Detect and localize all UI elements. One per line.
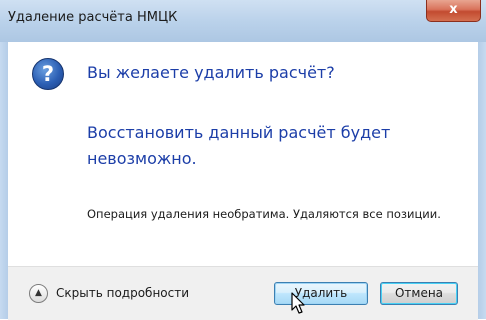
mouse-pointer-icon [291, 292, 305, 314]
hide-details-toggle[interactable]: Скрыть подробности [56, 286, 189, 300]
window-frame-right [478, 42, 486, 319]
details-text: Операция удаления необратима. Удаляются … [87, 207, 441, 221]
dialog-footer: ▲ Скрыть подробности Удалить Отмена [8, 266, 478, 320]
chevron-up-icon[interactable]: ▲ [29, 284, 48, 303]
title-bar[interactable]: Удаление расчёта НМЦК x [0, 0, 486, 43]
window-frame-left [0, 42, 8, 319]
main-instruction: Вы желаете удалить расчёт? [87, 63, 335, 82]
cancel-button[interactable]: Отмена [380, 282, 458, 305]
question-icon: ? [32, 58, 64, 90]
dialog-content: ? Вы желаете удалить расчёт? Восстановит… [8, 42, 478, 266]
dialog-window: Удаление расчёта НМЦК x ? Вы желаете уда… [0, 0, 486, 320]
window-title: Удаление расчёта НМЦК [8, 10, 178, 25]
close-button[interactable]: x [426, 0, 481, 22]
content-text: Восстановить данный расчёт будет невозмо… [87, 123, 391, 168]
close-icon: x [449, 2, 458, 17]
delete-button[interactable]: Удалить [274, 282, 368, 305]
